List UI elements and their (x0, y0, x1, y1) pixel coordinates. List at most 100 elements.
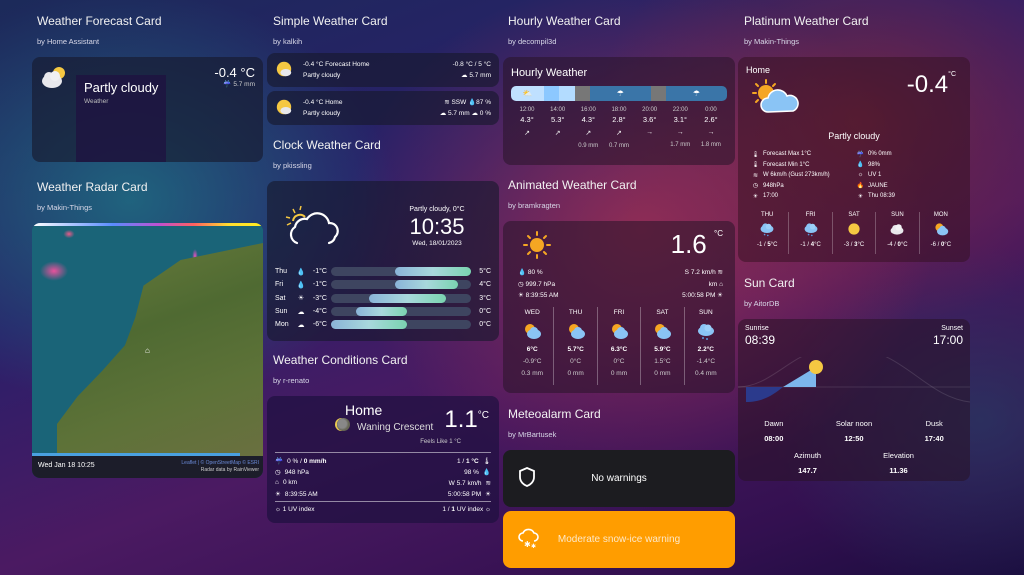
condition-icon: ☁ (297, 308, 305, 316)
divider (275, 452, 491, 453)
row-left-value: 0 % / (287, 457, 304, 465)
day-low: -0.9°C (522, 358, 542, 365)
radar-footer: Wed Jan 18 10:25 Leaflet | © OpenStreetM… (32, 456, 263, 478)
meteoalarm-no-warning[interactable]: No warnings (503, 450, 735, 507)
condition-row: ☔ 0 % / 0 mm/h 1 / 1 °C 🌡 (275, 455, 491, 466)
rainy-icon (685, 319, 727, 343)
weather-radar-card[interactable]: ⌂ Wed Jan 18 10:25 Leaflet | © OpenStree… (32, 223, 263, 478)
cloudy-icon (876, 220, 918, 238)
row-left-bold: 0 mm/h (303, 457, 327, 465)
partly-cloudy-icon (275, 60, 293, 80)
section-author: by bramkragten (508, 201, 561, 210)
hour-precip: 1.7 mm (670, 142, 691, 148)
attribute-icon: 🔥 (856, 183, 865, 190)
rainy-segment: ☂ (589, 86, 651, 101)
hour-time: 14:00 (550, 107, 566, 113)
dusk-label: Dusk (925, 419, 943, 428)
day-high: 4°C (479, 281, 491, 289)
temperature-range-fill (369, 293, 446, 303)
snow-ice-icon: ✱ ✱ (518, 527, 540, 554)
partly-cloudy-icon (750, 79, 802, 120)
hour-time: 20:00 (642, 107, 658, 113)
animated-weather-card[interactable]: 1.6 °C 💧 80 % ◷ 999.7 hPa ☀ 8:39:55 AM S 7… (503, 221, 735, 393)
day-high: 0°C (479, 321, 491, 329)
wind-direction-icon: → (676, 129, 684, 136)
section-title: Meteoalarm Card (508, 407, 601, 421)
hour-column: 20:00 3.6° → (636, 107, 664, 151)
simple-weather-card[interactable]: -0.4 °C Forecast Home Partly cloudy -0.8 °… (267, 53, 499, 87)
partly-cloudy-icon (40, 65, 68, 94)
day-name: FRI (613, 309, 625, 316)
forecast-day: WED 6°C -0.9°C 0.3 mm (511, 307, 555, 385)
clock-time: 10:35 (409, 214, 465, 239)
current-temp: -0.4 °C (214, 65, 255, 80)
day-high: 0°C (479, 308, 491, 316)
weather-attribute: ☀ 17:00 (750, 191, 855, 202)
day-low: 1.5°C (654, 358, 671, 365)
attribute-icon: 💧 (856, 162, 865, 169)
hour-time: 18:00 (611, 107, 627, 113)
precip-icon: ☔ (223, 81, 234, 88)
day-low: 0°C (570, 358, 582, 365)
dusk-time: 17:40 (924, 434, 944, 443)
forecast-day: SAT 5.9°C 1.5°C 0 mm (641, 307, 685, 385)
day-name: SAT (848, 212, 860, 218)
temperature-range-fill (356, 307, 408, 317)
attribute-icon: ☀ (857, 193, 864, 200)
weather-attribute: ◷ 999.7 hPa (518, 280, 556, 288)
attribute-value: 0% 0mm (868, 151, 892, 158)
radar-source[interactable]: Radar data by RainViewer (181, 467, 259, 474)
sun-card[interactable]: Sunrise 08:39 Sunset 17:00 Dawn 08:00 Sol… (738, 319, 970, 481)
platinum-weather-card[interactable]: Home -0.4°C Partly cloudy 🌡 Forecast Max … (738, 57, 970, 262)
clock-date: Wed, 18/01/2023 (412, 240, 462, 247)
partly-cloudy-segment: ⛅ (511, 86, 545, 101)
weather-attribute: ≋ W 6km/h (Gust 273km/h) (750, 170, 855, 181)
condition-label: Partly cloudy (84, 80, 159, 95)
hour-time: 12:00 (519, 107, 535, 113)
day-precip: 0.3 mm (521, 370, 544, 377)
hour-temp: 4.3° (581, 115, 596, 124)
section-title: Hourly Weather Card (508, 14, 621, 28)
elevation-value: 11.36 (889, 466, 908, 475)
rainy-icon (789, 220, 831, 238)
day-low: -3 / (843, 242, 855, 248)
weather-attribute: S 7.2 km/h ≋ (684, 269, 723, 276)
temperature-range-fill (394, 267, 471, 277)
section-title: Weather Radar Card (37, 180, 148, 194)
row-icon: 🌡 (482, 457, 491, 465)
weather-forecast-card[interactable]: Partly cloudy Weather -0.4 °C ☔ 5.7 mm T… (32, 57, 263, 162)
weather-attribute: 🔥 JAUNE (855, 181, 895, 192)
meteoalarm-warning[interactable]: ✱ ✱ Moderate snow-ice warning (503, 511, 735, 568)
weather-right-2: ☁ 5.7 mm ☁ 0 % (439, 110, 491, 117)
simple-weather-cards: -0.4 °C Forecast Home Partly cloudy -0.8 °… (267, 53, 499, 125)
wind-direction-icon: → (707, 129, 715, 136)
simple-weather-card[interactable]: -0.4 °C Home Partly cloudy ≋ SSW 💧87 % ☁ 5.… (267, 91, 499, 125)
shield-icon (518, 466, 536, 493)
hour-temp: 5.3° (550, 115, 565, 124)
clock-weather-card[interactable]: Partly cloudy, 0°C 10:35 Wed, 18/01/2023… (267, 181, 499, 341)
day-high: 5.7°C (567, 346, 584, 353)
day-precip: 0 mm (567, 370, 584, 377)
wind-direction-icon: ↗ (616, 130, 622, 137)
weather-attribute: 💧 80 % (518, 269, 543, 276)
attribute-icon: ◷ (752, 183, 759, 190)
sunset-time: 17:00 (932, 333, 963, 347)
column-2: Simple Weather Card by kalkih -0.4 °C Fo… (267, 0, 499, 523)
divider (275, 501, 491, 502)
hour-precip (513, 143, 541, 151)
row-icon: ☔ (275, 457, 284, 465)
day-high: 6.3°C (610, 346, 628, 353)
partly-cloudy-icon (511, 319, 553, 343)
forecast-day: FRI -1 / 4°C (789, 212, 833, 254)
unit: °C (857, 242, 865, 248)
hourly-weather-card[interactable]: Hourly Weather ⛅ ☂ ☂ 12:00 4.3° ↗ 14:00 5.3°… (503, 57, 735, 165)
temperature-range-bar (331, 267, 471, 277)
forecast-day: THU -1 / 5°C (746, 212, 790, 254)
attribution-link[interactable]: Leaflet | © OpenStreetMap © ESRI (181, 460, 259, 466)
day-low: -3°C (312, 294, 327, 302)
day-name: Mon (275, 321, 289, 329)
weather-conditions-card[interactable]: Home Waning Crescent 1.1°C Feels Like 1 … (267, 396, 499, 523)
condition-strip: ⛅ ☂ ☂ (511, 86, 727, 101)
section-title: Clock Weather Card (273, 138, 381, 152)
uv-icon: ☼ (483, 506, 491, 513)
